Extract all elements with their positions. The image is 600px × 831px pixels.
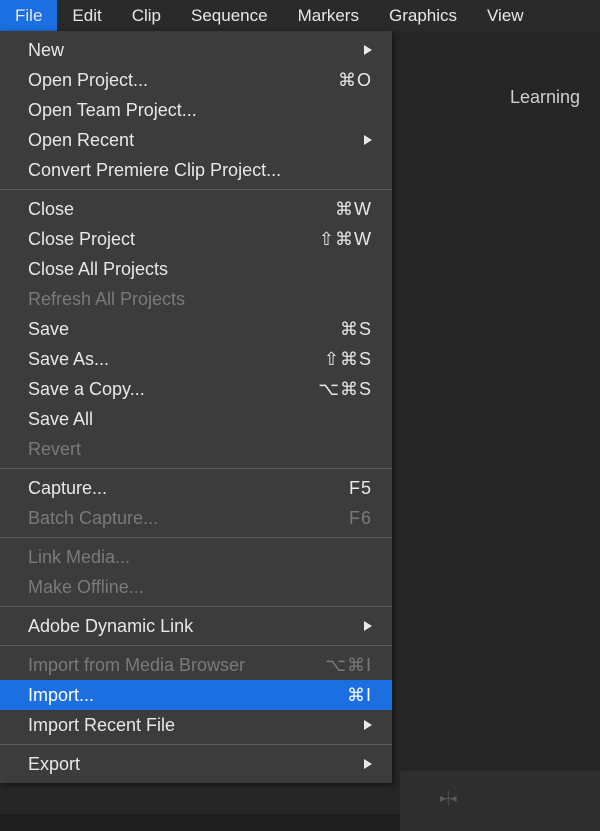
menu-item-revert: Revert [0,434,392,464]
menu-item-label: Export [28,754,364,775]
menu-item-capture[interactable]: Capture... F5 [0,473,392,503]
menu-shortcut: ⌘W [335,199,372,220]
menu-item-close-project[interactable]: Close Project ⇧⌘W [0,224,392,254]
menu-item-label: Capture... [28,478,349,499]
menu-item-save-all[interactable]: Save All [0,404,392,434]
file-menu-dropdown: New Open Project... ⌘O Open Team Project… [0,31,392,783]
playhead-icon: ▸┼◂ [440,791,455,805]
menu-item-open-project[interactable]: Open Project... ⌘O [0,65,392,95]
menubar-item-view[interactable]: View [472,0,539,31]
menu-item-import[interactable]: Import... ⌘I [0,680,392,710]
menu-item-label: Close [28,199,335,220]
menu-item-label: Close All Projects [28,259,372,280]
menu-item-label: Open Project... [28,70,338,91]
menu-item-label: Link Media... [28,547,372,568]
menu-shortcut: ⌘I [347,685,372,706]
menu-item-label: Close Project [28,229,319,250]
menubar: File Edit Clip Sequence Markers Graphics… [0,0,600,31]
menu-item-label: Save [28,319,340,340]
menu-shortcut: ⌥⌘S [318,379,372,400]
menubar-item-file[interactable]: File [0,0,57,31]
menu-item-save-as[interactable]: Save As... ⇧⌘S [0,344,392,374]
chevron-right-icon [364,135,372,145]
menu-item-new[interactable]: New [0,35,392,65]
menu-item-label: Batch Capture... [28,508,349,529]
menu-item-label: Adobe Dynamic Link [28,616,364,637]
menu-item-label: Make Offline... [28,577,372,598]
menu-item-export[interactable]: Export [0,749,392,779]
menu-item-open-team-project[interactable]: Open Team Project... [0,95,392,125]
menu-item-save[interactable]: Save ⌘S [0,314,392,344]
menu-item-label: Save a Copy... [28,379,318,400]
menu-group: Close ⌘W Close Project ⇧⌘W Close All Pro… [0,190,392,469]
menu-item-close-all-projects[interactable]: Close All Projects [0,254,392,284]
menu-item-label: Convert Premiere Clip Project... [28,160,372,181]
menu-item-save-a-copy[interactable]: Save a Copy... ⌥⌘S [0,374,392,404]
menu-group: New Open Project... ⌘O Open Team Project… [0,31,392,190]
menu-item-label: Import... [28,685,347,706]
menu-item-label: Refresh All Projects [28,289,372,310]
menu-item-open-recent[interactable]: Open Recent [0,125,392,155]
menu-shortcut: F6 [349,508,372,529]
menu-shortcut: ⇧⌘S [324,349,372,370]
chevron-right-icon [364,720,372,730]
menu-item-label: Save All [28,409,372,430]
menu-item-label: Save As... [28,349,324,370]
menu-item-make-offline: Make Offline... [0,572,392,602]
menu-shortcut: F5 [349,478,372,499]
menu-group: Adobe Dynamic Link [0,607,392,646]
timeline-area: ▸┼◂ [400,771,600,831]
menu-shortcut: ⌘S [340,319,372,340]
menubar-item-clip[interactable]: Clip [117,0,176,31]
menu-item-label: New [28,40,364,61]
menu-shortcut: ⌘O [338,70,372,91]
menu-item-label: Open Team Project... [28,100,372,121]
menu-item-refresh-all-projects: Refresh All Projects [0,284,392,314]
chevron-right-icon [364,759,372,769]
panel-tab-learning[interactable]: Learning [490,73,600,122]
menubar-item-edit[interactable]: Edit [57,0,116,31]
menubar-item-graphics[interactable]: Graphics [374,0,472,31]
menu-item-convert-premiere-clip[interactable]: Convert Premiere Clip Project... [0,155,392,185]
menubar-item-markers[interactable]: Markers [283,0,374,31]
menu-item-label: Import Recent File [28,715,364,736]
menu-group: Capture... F5 Batch Capture... F6 [0,469,392,538]
menu-item-label: Open Recent [28,130,364,151]
menu-item-link-media: Link Media... [0,542,392,572]
menu-item-batch-capture: Batch Capture... F6 [0,503,392,533]
menu-shortcut: ⌥⌘I [325,655,372,676]
chevron-right-icon [364,621,372,631]
menu-group: Export [0,745,392,783]
menu-item-close[interactable]: Close ⌘W [0,194,392,224]
menu-item-import-recent-file[interactable]: Import Recent File [0,710,392,740]
chevron-right-icon [364,45,372,55]
menubar-item-sequence[interactable]: Sequence [176,0,283,31]
menu-shortcut: ⇧⌘W [319,229,372,250]
menu-group: Import from Media Browser ⌥⌘I Import... … [0,646,392,745]
menu-group: Link Media... Make Offline... [0,538,392,607]
menu-item-adobe-dynamic-link[interactable]: Adobe Dynamic Link [0,611,392,641]
menu-item-import-from-media-browser: Import from Media Browser ⌥⌘I [0,650,392,680]
menu-item-label: Revert [28,439,372,460]
menu-item-label: Import from Media Browser [28,655,325,676]
